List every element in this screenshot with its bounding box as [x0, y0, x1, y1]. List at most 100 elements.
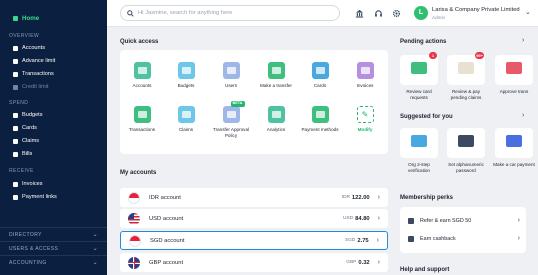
- gear-icon[interactable]: [392, 9, 401, 18]
- account-row-gbp[interactable]: GBP account GBP 0.32 ›: [120, 253, 388, 272]
- quick-access-transfer-approval-policy[interactable]: BETA Transfer Approval Policy: [209, 101, 253, 138]
- search-input[interactable]: Hi Jasmine, search for anything here: [120, 5, 340, 21]
- sidebar-item-payment-links[interactable]: Payment links: [13, 194, 57, 200]
- pending-card: 1: [400, 52, 438, 85]
- perk-refer-earn[interactable]: Refer & earn SGD 50 ›: [408, 217, 520, 224]
- sidebar: Home OVERVIEW Accounts Advance limit Tra…: [0, 0, 107, 275]
- payment-links-icon: [13, 194, 18, 200]
- sidebar-group-directory[interactable]: DIRECTORY ⌄: [0, 227, 107, 241]
- membership-perks-title: Membership perks: [400, 195, 454, 201]
- sidebar-section-overview: OVERVIEW: [9, 33, 40, 39]
- quick-access-accounts[interactable]: Accounts: [120, 62, 164, 89]
- sidebar-item-cards[interactable]: Cards: [13, 125, 37, 131]
- suggestion-card: [495, 128, 533, 158]
- headset-icon[interactable]: [374, 9, 383, 18]
- chevron-right-icon: ›: [377, 215, 380, 222]
- help-support-title: Help and support: [400, 267, 450, 273]
- chevron-down-icon: ⌄: [92, 232, 98, 238]
- sidebar-item-advance-limit[interactable]: Advance limit: [13, 58, 55, 64]
- beta-badge: BETA: [230, 101, 245, 107]
- claims-icon: [177, 106, 195, 123]
- claims-icon: [13, 138, 18, 144]
- singapore-flag-icon: [129, 234, 141, 247]
- chevron-right-icon[interactable]: ›: [522, 112, 524, 119]
- chevron-right-icon: ›: [517, 235, 520, 242]
- pending-actions-title: Pending actions: [400, 39, 447, 45]
- quick-access-cards[interactable]: Cards: [298, 62, 342, 89]
- quick-access-invoices[interactable]: Invoices: [343, 62, 387, 89]
- sidebar-item-claims[interactable]: Claims: [13, 138, 39, 144]
- account-row-idr[interactable]: IDR account IDR 122.00 ›: [120, 188, 388, 207]
- perk-earn-cashback[interactable]: Earn cashback ›: [408, 235, 520, 242]
- avatar[interactable]: L: [414, 6, 428, 20]
- user-name[interactable]: Larisa & Company Private Limited: [432, 7, 520, 13]
- sidebar-item-budgets[interactable]: Budgets: [13, 112, 43, 118]
- invoices-icon: [13, 181, 18, 187]
- quick-access-analytics[interactable]: Analytics: [254, 106, 298, 133]
- bills-icon: [13, 151, 18, 157]
- quick-access-payment-methods[interactable]: Payment methods: [298, 106, 342, 133]
- suggestion-card: [447, 128, 485, 158]
- claims-review-icon: [458, 62, 474, 74]
- search-icon: [127, 9, 134, 17]
- chevron-right-icon: ›: [517, 217, 520, 224]
- cards-icon: [13, 125, 18, 131]
- count-badge: 1: [429, 52, 437, 59]
- us-flag-icon: [128, 212, 140, 225]
- uk-flag-red-h: [128, 262, 140, 263]
- password-icon: [458, 135, 474, 147]
- us-flag-canton: [128, 212, 134, 219]
- suggestion-card: [400, 128, 438, 158]
- quick-access-modify[interactable]: ✎ Modify: [343, 106, 387, 133]
- suggested-alphanumeric-password[interactable]: Set alphanumeric password: [444, 128, 488, 173]
- bank-icon[interactable]: [355, 9, 364, 18]
- sidebar-item-bills[interactable]: Bills: [13, 151, 32, 157]
- pending-card: 99+: [447, 52, 485, 85]
- quick-access-transactions[interactable]: Transactions: [120, 106, 164, 133]
- card-icon: [311, 62, 329, 79]
- accounts-icon: [13, 45, 18, 51]
- quick-access-title: Quick access: [120, 39, 159, 45]
- account-row-usd[interactable]: USD account USD 84.80 ›: [120, 209, 388, 228]
- pending-review-pay-claims[interactable]: 99+ Review & pay pending claims: [444, 52, 488, 100]
- card-request-icon: [411, 62, 427, 74]
- quick-access-users[interactable]: Users: [209, 62, 253, 89]
- chevron-down-icon: ⌄: [92, 246, 98, 252]
- users-icon: [222, 62, 240, 79]
- pencil-icon: ✎: [356, 106, 374, 123]
- sidebar-group-users-access[interactable]: USERS & ACCESS ⌄: [0, 241, 107, 255]
- quick-access-make-transfer[interactable]: Make a transfer: [254, 62, 298, 89]
- card-payment-icon: [506, 135, 522, 147]
- sidebar-group-accounting[interactable]: ACCOUNTING ⌄: [0, 255, 107, 269]
- policy-icon: BETA: [222, 101, 245, 123]
- chevron-right-icon[interactable]: ›: [522, 37, 524, 44]
- chevron-down-icon[interactable]: ⌄: [525, 8, 531, 16]
- sidebar-item-invoices[interactable]: Invoices: [13, 181, 43, 187]
- pending-approve-transfers[interactable]: Approve trans: [492, 55, 536, 95]
- membership-perks-panel: Refer & earn SGD 50 › Earn cashback ›: [400, 207, 526, 253]
- budgets-icon: [177, 62, 195, 79]
- suggested-card-payment[interactable]: Make a car payment: [492, 128, 536, 168]
- budgets-icon: [13, 112, 18, 118]
- account-row-sgd[interactable]: SGD account SGD 2.75 ›: [120, 231, 388, 250]
- analytics-icon: [267, 106, 285, 123]
- sidebar-item-transactions[interactable]: Transactions: [13, 71, 54, 77]
- suggested-title: Suggested for you: [400, 114, 453, 120]
- my-accounts-title: My accounts: [120, 170, 157, 176]
- chevron-right-icon: ›: [376, 237, 379, 244]
- suggested-org-2-step-verification[interactable]: Org 2-step verification: [397, 128, 441, 173]
- cashback-icon: [408, 235, 414, 242]
- pending-review-card-requests[interactable]: 1 Review card requests: [397, 52, 441, 100]
- count-badge: 99+: [475, 52, 484, 59]
- transfer-icon: [267, 62, 285, 79]
- topbar: Hi Jasmine, search for anything here L L…: [107, 0, 538, 27]
- sidebar-item-accounts[interactable]: Accounts: [13, 45, 45, 51]
- sidebar-section-spend: SPEND: [9, 100, 29, 106]
- user-role: Admin: [432, 15, 446, 20]
- quick-access-claims[interactable]: Claims: [164, 106, 208, 133]
- uk-flag-icon: [128, 256, 140, 269]
- sidebar-item-credit-limit[interactable]: Credit limit: [13, 84, 48, 90]
- sidebar-item-home[interactable]: Home: [13, 15, 39, 22]
- sidebar-section-receive: RECEIVE: [9, 168, 34, 174]
- quick-access-budgets[interactable]: Budgets: [164, 62, 208, 89]
